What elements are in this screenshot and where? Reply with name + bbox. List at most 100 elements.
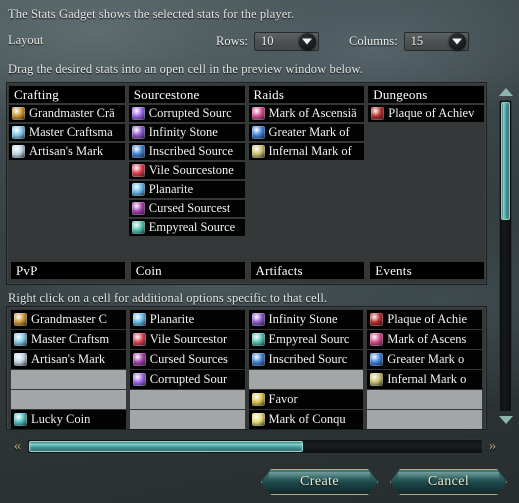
item-icon (370, 353, 384, 366)
chevron-down-icon[interactable] (496, 412, 515, 428)
source-list-item[interactable]: Mark of Ascensiä (248, 105, 365, 122)
preview-cell[interactable]: Master Craftsm (11, 330, 126, 349)
item-icon (132, 353, 146, 366)
source-column: Crafting Grandmaster Crä Master Craftsma Ar… (7, 83, 127, 284)
columns-label: Columns: (349, 34, 398, 48)
source-footer-header: Artifacts (250, 262, 365, 279)
source-list-item[interactable]: Infinity Stone (128, 124, 245, 141)
source-list-item[interactable]: Empyreal Source (128, 219, 245, 236)
item-icon (14, 313, 27, 326)
preview-cell-label: Infinity Stone (268, 312, 338, 326)
preview-cell-label: Favor (268, 392, 298, 406)
item-icon (251, 107, 265, 120)
rows-input[interactable]: 10 (253, 32, 319, 51)
preview-cell[interactable]: Planarite (129, 310, 245, 329)
preview-cell[interactable]: Empyreal Sourc (248, 330, 364, 349)
preview-cell[interactable]: Mark of Ascens (367, 330, 482, 349)
chevron-left-icon[interactable]: « (8, 437, 27, 456)
chevron-right-icon[interactable]: » (483, 437, 502, 456)
source-column: Sourcestone Corrupted Sourc Infinity Stone… (127, 83, 247, 284)
source-list-item[interactable]: Vile Sourcestone (128, 162, 245, 179)
preview-cell[interactable]: Infinity Stone (248, 310, 364, 329)
source-list-item[interactable]: Plaque of Achiev (368, 105, 484, 122)
preview-cell-empty[interactable] (11, 390, 126, 409)
preview-cell-label: Inscribed Sourc (268, 352, 348, 366)
item-icon (131, 145, 145, 158)
source-list-item-label: Cursed Sourcest (148, 201, 231, 215)
preview-grid[interactable]: Grandmaster C Master Craftsm Artisan's Mar… (6, 306, 487, 430)
preview-cell[interactable]: Artisan's Mark (11, 350, 126, 369)
item-icon (251, 126, 265, 139)
vertical-scrollbar[interactable] (496, 84, 515, 428)
columns-input[interactable]: 15 (403, 32, 469, 51)
preview-column: Plaque of Achie Mark of Ascens Greater Mar… (365, 310, 484, 429)
source-list-item-label: Infinity Stone (148, 125, 218, 139)
horizontal-scroll-track[interactable] (27, 439, 483, 454)
preview-cell-empty[interactable] (129, 390, 245, 409)
source-list-item-label: Plaque of Achiev (388, 106, 475, 120)
source-column-header: Crafting (9, 86, 125, 103)
preview-cell[interactable]: Favor (248, 390, 364, 409)
cancel-button[interactable]: Cancel (390, 469, 507, 495)
preview-cell-label: Artisan's Mark (31, 352, 106, 366)
source-list-item[interactable]: Artisan's Mark (9, 143, 125, 160)
item-icon (131, 164, 145, 177)
source-list-item[interactable]: Master Craftsma (9, 124, 125, 141)
source-list-item[interactable]: Infernal Mark of (248, 143, 365, 160)
horizontal-scroll-thumb[interactable] (29, 441, 303, 452)
preview-cell[interactable]: Infernal Mark o (367, 370, 482, 389)
rows-label: Rows: (216, 34, 248, 48)
preview-cell[interactable]: Plaque of Achie (367, 310, 482, 329)
source-list-item-label: Infernal Mark of (268, 144, 352, 158)
chevron-down-icon[interactable] (448, 33, 466, 50)
preview-cell-empty[interactable] (367, 410, 482, 429)
preview-cell[interactable]: Cursed Sources (129, 350, 245, 369)
preview-cell[interactable]: Lucky Coin (11, 410, 126, 429)
chevron-up-icon[interactable] (496, 84, 515, 100)
preview-cell-label: Grandmaster C (31, 312, 108, 326)
item-icon (371, 107, 385, 120)
preview-cell-empty[interactable] (248, 370, 364, 389)
horizontal-scrollbar[interactable]: « » (8, 437, 502, 456)
preview-cell[interactable]: Corrupted Sour (129, 370, 245, 389)
source-list-item-label: Greater Mark of (268, 125, 350, 139)
columns-control[interactable]: Columns: 15 (349, 32, 469, 51)
source-list-item[interactable]: Cursed Sourcest (128, 200, 245, 217)
preview-cell[interactable]: Mark of Conqu (248, 410, 364, 429)
item-icon (132, 313, 146, 326)
source-column-header: Sourcestone (128, 86, 245, 103)
preview-cell[interactable]: Grandmaster C (11, 310, 126, 329)
preview-cell[interactable]: Greater Mark o (367, 350, 482, 369)
item-icon (251, 313, 265, 326)
description-top: The Stats Gadget shows the selected stat… (8, 7, 295, 21)
source-list-item-label: Corrupted Sourc (148, 106, 232, 120)
item-icon (14, 333, 27, 346)
preview-cell-label: Greater Mark o (387, 352, 465, 366)
source-column: Raids Mark of Ascensiä Greater Mark of Infe… (247, 83, 367, 284)
item-icon (251, 145, 265, 158)
source-column-header: Dungeons (368, 86, 484, 103)
vertical-scroll-track[interactable] (499, 100, 512, 412)
preview-cell-empty[interactable] (11, 370, 126, 389)
item-icon (131, 202, 145, 215)
preview-cell[interactable]: Inscribed Sourc (248, 350, 364, 369)
source-list-item[interactable]: Corrupted Sourc (128, 105, 245, 122)
preview-cell-empty[interactable] (367, 390, 482, 409)
preview-cell-label: Master Craftsm (31, 332, 110, 346)
item-icon (14, 353, 27, 366)
vertical-scroll-thumb[interactable] (501, 102, 510, 220)
preview-cell-empty[interactable] (129, 410, 245, 429)
chevron-down-icon[interactable] (298, 33, 316, 50)
stats-source-panel: Crafting Grandmaster Crä Master Craftsma Ar… (6, 82, 487, 285)
preview-cell[interactable]: Vile Sourcestor (129, 330, 245, 349)
rows-control[interactable]: Rows: 10 (216, 32, 319, 51)
create-button[interactable]: Create (261, 469, 378, 495)
source-list-item[interactable]: Planarite (128, 181, 245, 198)
preview-column: Planarite Vile Sourcestor Cursed Sources Co… (128, 310, 247, 429)
source-list-item-label: Inscribed Source (148, 144, 234, 158)
source-list-item[interactable]: Grandmaster Crä (9, 105, 125, 122)
source-list-item[interactable]: Inscribed Source (128, 143, 245, 160)
source-list-item-label: Master Craftsma (29, 125, 113, 139)
source-list-item[interactable]: Greater Mark of (248, 124, 365, 141)
source-footer-header: Events (370, 262, 484, 279)
